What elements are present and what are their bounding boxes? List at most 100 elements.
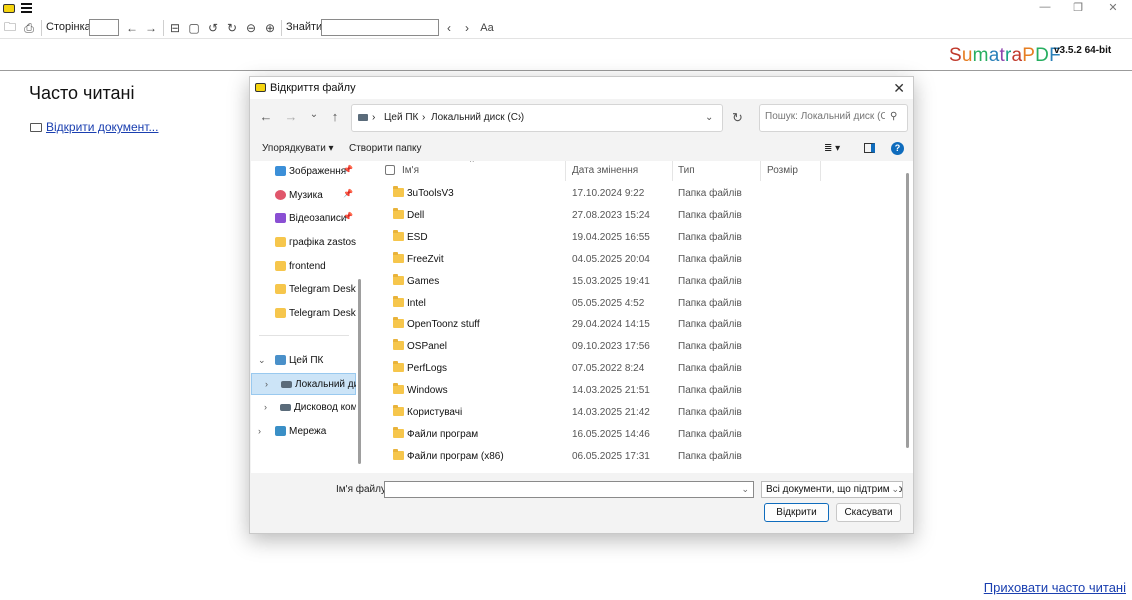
- open-button[interactable]: Відкрити: [764, 503, 829, 522]
- file-type: Папка файлів: [678, 210, 742, 221]
- menu-icon[interactable]: [21, 3, 32, 13]
- column-separator[interactable]: [672, 161, 673, 181]
- view-options-icon[interactable]: ≣ ▾: [824, 143, 840, 154]
- close-icon[interactable]: ✕: [893, 80, 905, 97]
- scrollbar-thumb[interactable]: [906, 173, 909, 448]
- restore-button[interactable]: ❐: [1063, 1, 1093, 16]
- nav-item-local-disk[interactable]: › Локальний ди: [251, 373, 356, 395]
- nav-item-videos[interactable]: Відеозаписи 📌: [251, 208, 356, 230]
- column-date[interactable]: Дата змінення: [572, 165, 638, 176]
- chevron-right-icon[interactable]: ›: [264, 402, 267, 412]
- hide-frequent-link[interactable]: Приховати часто читані: [984, 580, 1126, 595]
- nav-item-disk-drive[interactable]: › Дисковод ком: [251, 397, 356, 419]
- nav-item-label: Telegram Deskto: [289, 308, 356, 319]
- find-input[interactable]: [321, 19, 439, 36]
- nav-scrollbar[interactable]: [356, 161, 364, 473]
- column-separator[interactable]: [760, 161, 761, 181]
- zoom-out-icon[interactable]: ⊖: [243, 20, 259, 36]
- recent-locations-icon[interactable]: ⌄: [304, 109, 324, 127]
- chevron-down-icon[interactable]: ⌄: [741, 484, 749, 495]
- arrow-right-icon[interactable]: →: [143, 20, 159, 36]
- chevron-down-icon[interactable]: ⌄: [258, 355, 266, 366]
- file-row[interactable]: Файли програм 16.05.2025 14:46 Папка файлі…: [364, 424, 894, 446]
- breadcrumb-local-disk[interactable]: Локальний диск (C:): [431, 112, 524, 123]
- file-row[interactable]: OpenToonz stuff 29.04.2024 14:15 Папка фай…: [364, 314, 894, 336]
- arrow-left-icon[interactable]: ←: [124, 20, 140, 36]
- column-separator[interactable]: [565, 161, 566, 181]
- chevron-right-icon[interactable]: ›: [265, 379, 268, 389]
- search-input[interactable]: [765, 111, 885, 122]
- column-name[interactable]: Ім'я: [402, 165, 419, 176]
- rotate-left-icon[interactable]: ↺: [205, 20, 221, 36]
- refresh-icon[interactable]: ↻: [732, 110, 743, 126]
- file-name: Файли програм: [407, 429, 479, 440]
- app-logo-icon: [255, 83, 266, 92]
- file-list-scrollbar[interactable]: [903, 161, 913, 473]
- file-row[interactable]: PerfLogs 07.05.2022 8:24 Папка файлів: [364, 358, 894, 380]
- file-row[interactable]: Файли програм (x86) 06.05.2025 17:31 Папка…: [364, 446, 894, 468]
- open-document-link[interactable]: Відкрити документ...: [30, 120, 158, 134]
- page-input[interactable]: [89, 19, 119, 36]
- file-row[interactable]: Користувачі 14.03.2025 21:42 Папка файлів: [364, 402, 894, 424]
- nav-divider: [259, 335, 349, 336]
- help-icon[interactable]: ?: [891, 142, 904, 155]
- find-next-icon[interactable]: ›: [459, 20, 475, 36]
- open-folder-icon[interactable]: 🗀: [2, 20, 18, 36]
- file-row[interactable]: Windows 14.03.2025 21:51 Папка файлів: [364, 380, 894, 402]
- nav-item-folder[interactable]: Telegram Deskto: [251, 279, 356, 301]
- file-row[interactable]: Dell 27.08.2023 15:24 Папка файлів: [364, 205, 894, 227]
- minimize-button[interactable]: —: [1030, 1, 1060, 16]
- file-type: Папка файлів: [678, 407, 742, 418]
- folder-icon: [30, 122, 42, 132]
- rotate-right-icon[interactable]: ↻: [224, 20, 240, 36]
- music-icon: [275, 190, 286, 200]
- nav-item-label: Відеозаписи: [289, 213, 347, 224]
- nav-item-folder[interactable]: графіка zastosu: [251, 232, 356, 254]
- column-type[interactable]: Тип: [678, 165, 695, 176]
- nav-item-this-pc[interactable]: ⌄ Цей ПК: [251, 350, 356, 372]
- breadcrumb-this-pc[interactable]: Цей ПК: [384, 112, 418, 123]
- select-all-checkbox[interactable]: [385, 165, 395, 175]
- file-row[interactable]: OSPanel 09.10.2023 17:56 Папка файлів: [364, 336, 894, 358]
- open-document-label[interactable]: Відкрити документ...: [46, 120, 158, 134]
- back-icon[interactable]: ←: [256, 109, 276, 127]
- find-prev-icon[interactable]: ‹: [441, 20, 457, 36]
- address-bar[interactable]: › Цей ПК › Локальний диск (C:) › ⌄ ↻: [351, 104, 743, 132]
- cancel-button[interactable]: Скасувати: [836, 503, 901, 522]
- column-separator[interactable]: [820, 161, 821, 181]
- filename-label: Ім'я файлу:: [336, 484, 389, 495]
- nav-item-music[interactable]: Музика 📌: [251, 185, 356, 207]
- fit-width-icon[interactable]: ▢: [186, 20, 202, 36]
- file-row[interactable]: Games 15.03.2025 19:41 Папка файлів: [364, 271, 894, 293]
- file-name: Games: [407, 276, 440, 287]
- filetype-select[interactable]: Всі документи, що підтримуються ⌄: [761, 481, 903, 498]
- nav-item-folder[interactable]: Telegram Deskto: [251, 303, 356, 325]
- nav-item-folder[interactable]: frontend: [251, 256, 356, 278]
- chevron-down-icon[interactable]: ⌄: [889, 484, 899, 495]
- address-dropdown-icon[interactable]: ⌄: [705, 112, 713, 123]
- preview-pane-icon[interactable]: [864, 143, 875, 153]
- file-date: 14.03.2025 21:51: [572, 385, 650, 396]
- chevron-right-icon[interactable]: ›: [258, 426, 261, 436]
- up-icon[interactable]: ↑: [325, 109, 345, 127]
- search-box[interactable]: ⚲: [759, 104, 908, 132]
- file-row[interactable]: Intel 05.05.2025 4:52 Папка файлів: [364, 293, 894, 315]
- file-date: 15.03.2025 19:41: [572, 276, 650, 287]
- zoom-in-icon[interactable]: ⊕: [262, 20, 278, 36]
- file-row[interactable]: 3uToolsV3 17.10.2024 9:22 Папка файлів: [364, 183, 894, 205]
- match-case-icon[interactable]: Aa: [478, 20, 496, 36]
- print-icon[interactable]: ⎙: [21, 20, 37, 36]
- nav-item-pictures[interactable]: Зображення 📌: [251, 161, 356, 183]
- new-folder-button[interactable]: Створити папку: [349, 143, 422, 154]
- organize-button[interactable]: Упорядкувати ▾: [262, 143, 334, 154]
- file-row[interactable]: FreeZvit 04.05.2025 20:04 Папка файлів: [364, 249, 894, 271]
- close-window-button[interactable]: ✕: [1098, 1, 1128, 16]
- forward-icon[interactable]: →: [281, 109, 301, 127]
- fit-page-icon[interactable]: ⊟: [167, 20, 183, 36]
- filename-input[interactable]: ⌄: [384, 481, 754, 498]
- scrollbar-thumb[interactable]: [358, 279, 361, 464]
- nav-item-network[interactable]: › Мережа: [251, 421, 356, 443]
- nav-item-label: Музика: [289, 190, 323, 201]
- column-size[interactable]: Розмір: [767, 165, 798, 176]
- file-row[interactable]: ESD 19.04.2025 16:55 Папка файлів: [364, 227, 894, 249]
